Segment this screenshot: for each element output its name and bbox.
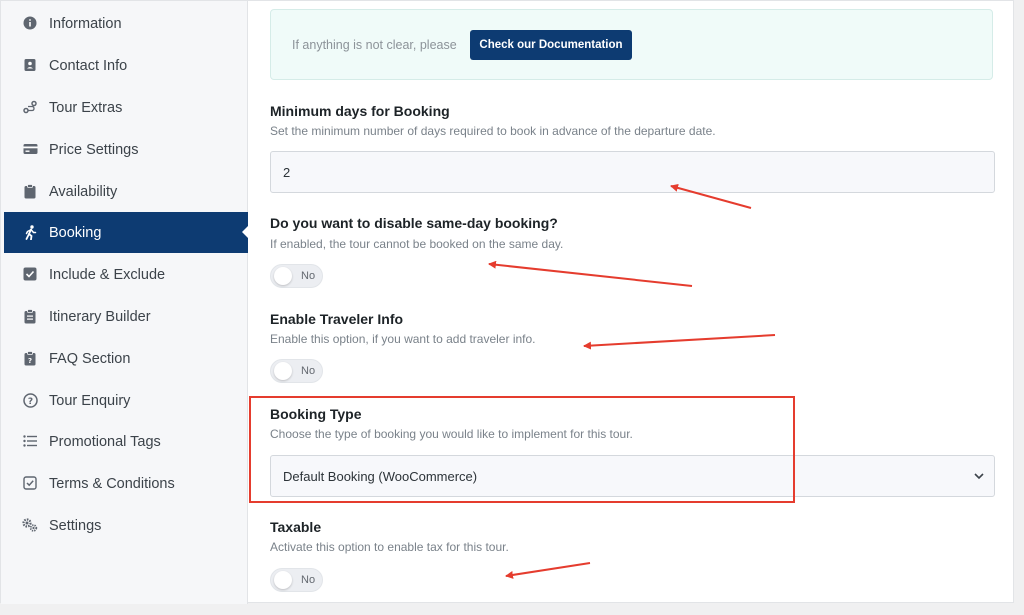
sidebar-item-label: Tour Extras [49, 100, 123, 116]
toggle-label: No [301, 270, 316, 282]
checkbox-icon [22, 266, 38, 282]
notice-text: If anything is not clear, please [292, 38, 457, 52]
checked-square-icon [22, 475, 38, 491]
toggle-knob [274, 267, 292, 285]
booking-type-description: Choose the type of booking you would lik… [270, 427, 633, 441]
sidebar-item-settings[interactable]: Settings [4, 505, 248, 546]
booking-settings-form: If anything is not clear, please Check o… [249, 1, 1015, 604]
taxable-title: Taxable [270, 519, 322, 535]
toggle-knob [274, 362, 292, 380]
booking-type-select[interactable]: Default Booking (WooCommerce) [270, 455, 995, 497]
faq-icon: ? [22, 350, 38, 366]
sidebar-item-availability[interactable]: Availability [4, 171, 248, 212]
sidebar-item-label: Information [49, 16, 122, 32]
contact-icon [22, 57, 38, 73]
list-icon [22, 433, 38, 449]
booking-type-selected: Default Booking (WooCommerce) [283, 469, 478, 484]
sidebar-item-label: Booking [49, 225, 102, 241]
card-icon [22, 141, 38, 157]
sidebar-item-faq-section[interactable]: ? FAQ Section [4, 338, 248, 379]
sidebar-item-label: Contact Info [49, 58, 128, 74]
sidebar-item-label: Itinerary Builder [49, 309, 151, 325]
taxable-toggle[interactable]: No [270, 568, 323, 592]
route-icon [22, 99, 38, 115]
min-days-input[interactable] [270, 151, 995, 193]
toggle-label: No [301, 574, 316, 586]
documentation-notice: If anything is not clear, please Check o… [270, 9, 993, 80]
toggle-knob [274, 571, 292, 589]
sidebar-item-label: FAQ Section [49, 351, 131, 367]
min-days-description: Set the minimum number of days required … [270, 124, 716, 138]
svg-text:?: ? [27, 397, 32, 407]
svg-text:?: ? [28, 357, 32, 365]
sidebar-item-price-settings[interactable]: Price Settings [4, 129, 248, 170]
documentation-button[interactable]: Check our Documentation [470, 30, 632, 60]
toggle-label: No [301, 365, 316, 377]
sidebar-item-label: Terms & Conditions [49, 476, 175, 492]
clipboard-icon [22, 183, 38, 199]
booking-type-title: Booking Type [270, 406, 362, 422]
sidebar-item-itinerary-builder[interactable]: Itinerary Builder [4, 296, 248, 337]
chevron-down-icon [972, 469, 986, 483]
traveler-info-description: Enable this option, if you want to add t… [270, 332, 536, 346]
sidebar: Information Contact Info Tour Extras Pri… [1, 1, 249, 604]
question-circle-icon: ? [22, 392, 38, 408]
min-days-title: Minimum days for Booking [270, 103, 450, 119]
sidebar-item-tour-extras[interactable]: Tour Extras [4, 87, 248, 128]
sidebar-item-label: Tour Enquiry [49, 393, 131, 409]
sidebar-item-contact-info[interactable]: Contact Info [4, 45, 248, 86]
sidebar-item-booking[interactable]: Booking [4, 212, 249, 253]
taxable-description: Activate this option to enable tax for t… [270, 540, 509, 554]
sidebar-item-terms-conditions[interactable]: Terms & Conditions [4, 463, 248, 504]
same-day-toggle[interactable]: No [270, 264, 323, 288]
same-day-title: Do you want to disable same-day booking? [270, 215, 558, 231]
sidebar-item-label: Availability [49, 184, 118, 200]
same-day-description: If enabled, the tour cannot be booked on… [270, 237, 564, 251]
sidebar-item-label: Include & Exclude [49, 267, 166, 283]
gears-icon [22, 517, 38, 533]
walking-icon [22, 224, 38, 240]
info-icon [22, 15, 38, 31]
sidebar-item-label: Price Settings [49, 142, 139, 158]
sidebar-item-include-exclude[interactable]: Include & Exclude [4, 254, 248, 295]
settings-panel: Information Contact Info Tour Extras Pri… [0, 0, 1015, 604]
sidebar-item-information[interactable]: Information [4, 3, 248, 44]
traveler-info-toggle[interactable]: No [270, 359, 323, 383]
clipboard-list-icon [22, 308, 38, 324]
sidebar-item-label: Settings [49, 518, 102, 534]
sidebar-item-tour-enquiry[interactable]: ? Tour Enquiry [4, 380, 248, 421]
sidebar-item-promotional-tags[interactable]: Promotional Tags [4, 421, 248, 462]
sidebar-item-label: Promotional Tags [49, 434, 161, 450]
traveler-info-title: Enable Traveler Info [270, 311, 404, 327]
